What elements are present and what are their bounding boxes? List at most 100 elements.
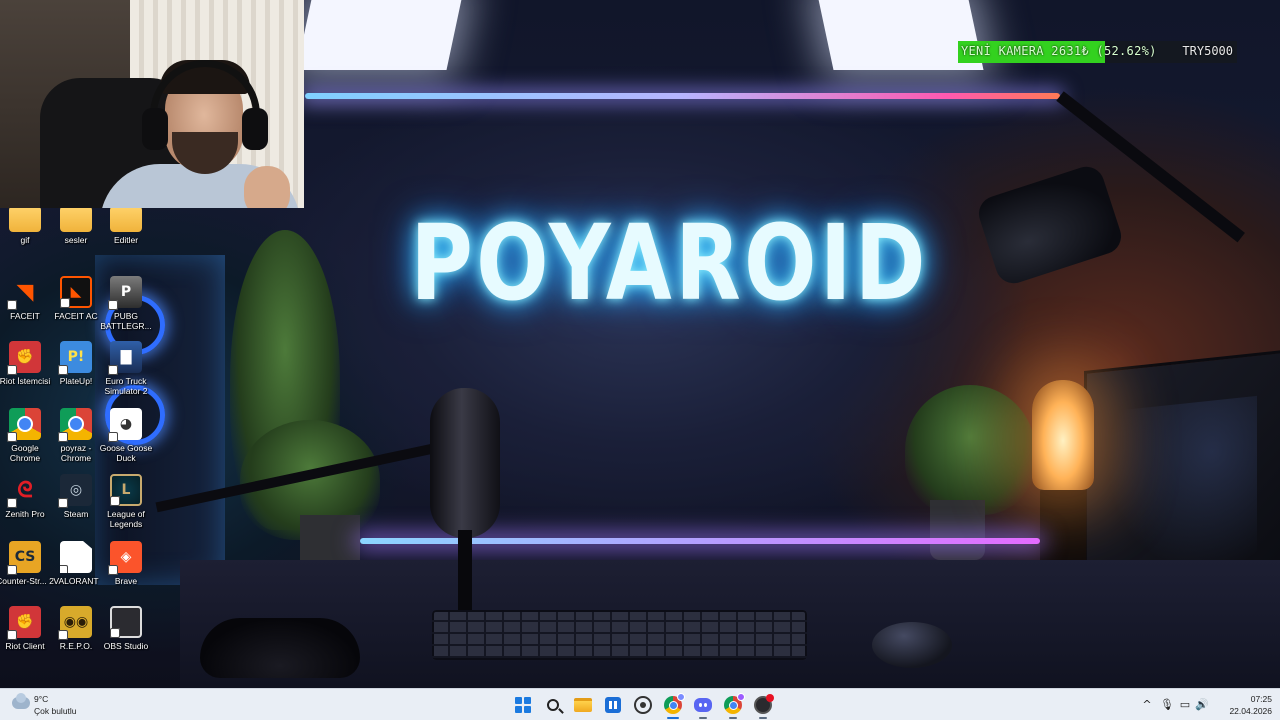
start-button[interactable]	[510, 692, 536, 718]
riot-client-icon: ✊	[9, 341, 41, 373]
microphone-illustration	[430, 388, 500, 538]
whatsapp-button[interactable]	[630, 692, 656, 718]
desktop-icon-label: Riot Client	[5, 641, 45, 651]
profile-badge	[737, 693, 745, 701]
steam-icon: ◎	[60, 474, 92, 506]
recording-indicator	[766, 694, 774, 702]
desktop-icon-label: gif	[20, 235, 30, 245]
studio-light-left	[296, 0, 464, 70]
neon-light-top	[305, 93, 1060, 99]
league-icon: L	[110, 474, 142, 506]
headphones-illustration	[200, 618, 360, 678]
donation-goal-widget: YENİ KAMERA 2631₺ (52.62%) TRY5000	[958, 41, 1237, 63]
desktop-icon-editler[interactable]: Editler	[101, 206, 151, 268]
desktop-icon-plateup[interactable]: P! PlateUp!	[51, 341, 101, 403]
goal-label: YENİ KAMERA 2631₺ (52.62%)	[961, 44, 1157, 58]
microphone-icon[interactable]: 🎙	[1160, 697, 1174, 711]
pubg-icon: P	[110, 276, 142, 308]
desktop-icon-google-chrome[interactable]: Google Chrome	[0, 408, 50, 470]
file-explorer-button[interactable]	[570, 692, 596, 718]
desktop-icon-obs-studio[interactable]: OBS Studio	[101, 606, 151, 668]
desktop-icon-repo[interactable]: ◉◉ R.E.P.O.	[51, 606, 101, 668]
plant-pot	[930, 500, 985, 560]
desktop-icon-label: FACEIT	[10, 311, 40, 321]
mic-stand	[458, 530, 472, 610]
brave-icon: ◈	[110, 541, 142, 573]
desktop-icon-label: Brave	[114, 576, 138, 586]
store-icon	[605, 697, 621, 713]
network-icon[interactable]: ▭	[1178, 697, 1192, 711]
folder-icon	[110, 206, 142, 232]
desktop-icon-label: Riot İstemcisi	[0, 376, 51, 386]
desktop-icon-label: PUBG BATTLEGR...	[100, 311, 152, 331]
search-icon	[547, 699, 559, 711]
chrome-icon	[9, 408, 41, 440]
plant-illustration	[905, 385, 1035, 515]
keyboard-illustration	[432, 610, 807, 660]
desktop-icon-pubg[interactable]: P PUBG BATTLEGR...	[100, 276, 152, 338]
chrome-icon	[664, 693, 685, 714]
desktop-icon-counter-strike[interactable]: CS Counter-Str... 2	[0, 541, 54, 603]
headset-cup-right	[242, 108, 268, 150]
chrome-profile-taskbar-button[interactable]	[720, 692, 746, 719]
windows-icon	[515, 697, 531, 713]
desktop-icon-goose-goose-duck[interactable]: ◕ Goose Goose Duck	[100, 408, 152, 470]
obs-icon	[754, 694, 774, 714]
clock[interactable]: 07:25 22.04.2026	[1224, 693, 1272, 717]
chrome-taskbar-button[interactable]	[660, 692, 686, 719]
streamer-hand	[244, 166, 290, 208]
headset-cup-left	[142, 108, 168, 150]
desktop-icon-riot-istemcisi[interactable]: ✊ Riot İstemcisi	[0, 341, 50, 403]
desktop-icon-poyraz-chrome[interactable]: poyraz - Chrome	[51, 408, 101, 470]
webcam-overlay	[0, 0, 304, 208]
euro-truck-icon: ▇	[110, 341, 142, 373]
faceit-ac-icon: ◣	[60, 276, 92, 308]
desktop-icon-valorant[interactable]: VALORANT	[51, 541, 101, 603]
profile-badge	[677, 693, 685, 701]
system-tray: ^ 🎙 ▭ 🔊 07:25 22.04.2026	[1140, 689, 1280, 720]
weather-widget[interactable]: 9°C Çok bulutlu	[12, 692, 122, 718]
obs-icon	[110, 606, 142, 638]
microsoft-store-button[interactable]	[600, 692, 626, 718]
discord-icon	[694, 698, 712, 712]
desktop-icon-sesler[interactable]: sesler	[51, 206, 101, 268]
zenith-icon: ᘓ	[9, 474, 41, 506]
chrome-profile-icon	[60, 408, 92, 440]
taskbar-pinned-apps	[510, 692, 776, 719]
obs-taskbar-button[interactable]	[750, 692, 776, 719]
desktop-icon-riot-client[interactable]: ✊ Riot Client	[0, 606, 50, 668]
file-icon	[60, 541, 92, 573]
faceit-icon: ◥	[9, 276, 41, 308]
riot-client-icon: ✊	[9, 606, 41, 638]
desktop-icon-label: OBS Studio	[103, 641, 149, 651]
discord-taskbar-button[interactable]	[690, 692, 716, 719]
goal-target: TRY5000	[1182, 44, 1233, 58]
goose-icon: ◕	[110, 408, 142, 440]
mouse-illustration	[872, 622, 952, 668]
folder-icon	[9, 206, 41, 232]
chevron-up-icon[interactable]: ^	[1140, 697, 1154, 711]
streamer-figure	[100, 60, 300, 208]
desktop-icon-steam[interactable]: ◎ Steam	[51, 474, 101, 536]
clock-date: 22.04.2026	[1229, 706, 1272, 716]
desktop-icon-label: Google Chrome	[9, 443, 41, 463]
chrome-icon	[724, 693, 745, 714]
counter-strike-icon: CS	[9, 541, 41, 573]
desktop-icon-euro-truck[interactable]: ▇ Euro Truck Simulator 2	[101, 341, 151, 403]
folder-icon	[574, 698, 592, 712]
desktop-icon-faceit[interactable]: ◥ FACEIT	[0, 276, 50, 338]
desktop-icon-zenith-pro[interactable]: ᘓ Zenith Pro	[0, 474, 50, 536]
desktop-icon-label: Editler	[113, 235, 139, 245]
desktop-icon-faceit-ac[interactable]: ◣ FACEIT AC	[51, 276, 101, 338]
desktop-icon-label: Zenith Pro	[5, 509, 45, 519]
search-button[interactable]	[540, 692, 566, 718]
desktop-icon-league-of-legends[interactable]: L League of Legends	[101, 474, 151, 536]
folder-icon	[60, 206, 92, 232]
desktop-icon-brave[interactable]: ◈ Brave	[101, 541, 151, 603]
cloud-icon	[12, 693, 30, 709]
clock-time: 07:25	[1250, 694, 1272, 704]
repo-icon: ◉◉	[60, 606, 92, 638]
volume-icon[interactable]: 🔊	[1195, 697, 1209, 711]
desktop-icon-gif[interactable]: gif	[0, 206, 50, 268]
desktop-icon-label: League of Legends	[107, 509, 145, 529]
